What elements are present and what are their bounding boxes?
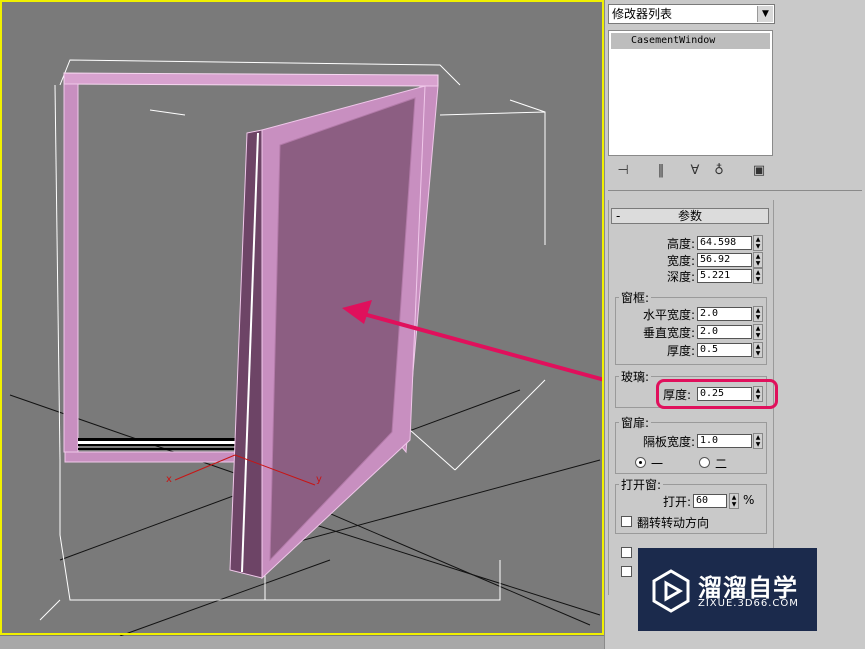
highlight-glass-thickness <box>656 379 778 409</box>
extra-checkbox-1[interactable] <box>621 547 632 558</box>
width-label: 宽度: <box>666 254 695 268</box>
play-logo-icon <box>652 569 690 613</box>
frame-thickness-field[interactable]: 0.5 <box>697 343 752 357</box>
panel-width-label: 隔板宽度: <box>642 435 695 449</box>
open-window-group-label: 打开窗: <box>619 476 664 493</box>
parameters-rollout-title[interactable]: - 参数 <box>611 208 769 224</box>
axis-y-label: y <box>316 474 322 485</box>
viewport-scene: x y <box>0 0 604 636</box>
width-spinner[interactable]: ▲ ▼ <box>753 252 763 268</box>
depth-field[interactable]: 5.221 <box>697 269 752 283</box>
flip-direction-label: 翻转转动方向 <box>637 516 710 530</box>
divider <box>608 190 862 191</box>
flip-direction-checkbox[interactable] <box>621 516 632 527</box>
axis-x-label: x <box>166 474 172 485</box>
width-field[interactable]: 56.92 <box>697 253 752 267</box>
stack-item-casementwindow[interactable]: CasementWindow <box>611 33 770 49</box>
vertical-width-label: 垂直宽度: <box>642 326 695 340</box>
depth-label: 深度: <box>666 270 695 284</box>
extra-checkbox-2[interactable] <box>621 566 632 577</box>
height-spinner[interactable]: ▲ ▼ <box>753 235 763 251</box>
vertical-width-field[interactable]: 2.0 <box>697 325 752 339</box>
open-unit: % <box>743 493 755 507</box>
radio-one[interactable] <box>635 457 646 468</box>
height-field[interactable]: 64.598 <box>697 236 752 250</box>
horizontal-width-spinner[interactable]: ▲ ▼ <box>753 306 763 322</box>
casement-group-label: 窗扉: <box>619 414 652 431</box>
remove-modifier-icon[interactable]: ♁ <box>711 162 727 180</box>
frame-thickness-spinner[interactable]: ▲ ▼ <box>753 342 763 358</box>
viewport-bottom-strip <box>0 636 604 649</box>
open-label: 打开: <box>662 495 691 509</box>
height-label: 高度: <box>666 237 695 251</box>
casement-sash[interactable] <box>229 85 426 580</box>
configure-sets-icon[interactable]: ▣ <box>751 162 767 180</box>
horizontal-width-field[interactable]: 2.0 <box>697 307 752 321</box>
radio-two[interactable] <box>699 457 710 468</box>
frame-thickness-label: 厚度: <box>666 344 695 358</box>
radio-two-label: 二 <box>715 457 728 471</box>
modifier-list-label: 修改器列表 <box>612 7 673 21</box>
horizontal-width-label: 水平宽度: <box>642 308 695 322</box>
open-field[interactable]: 60 <box>693 494 727 508</box>
collapse-icon[interactable]: - <box>616 209 620 223</box>
modifier-stack[interactable]: CasementWindow <box>608 30 773 156</box>
watermark-url: ZIXUE.3D66.COM <box>698 598 799 609</box>
glass-group-label: 玻璃: <box>619 368 652 385</box>
vertical-width-spinner[interactable]: ▲ ▼ <box>753 324 763 340</box>
radio-one-label: 一 <box>651 457 664 471</box>
stack-toolbar: ⊣ ‖ ∀ ♁ ▣ <box>611 162 771 182</box>
perspective-viewport[interactable]: x y <box>0 0 604 636</box>
chevron-down-icon[interactable]: ▼ <box>757 6 773 22</box>
watermark-logo: 溜溜自学 ZIXUE.3D66.COM <box>638 548 817 631</box>
panel-width-spinner[interactable]: ▲ ▼ <box>753 433 763 449</box>
panel-width-field[interactable]: 1.0 <box>697 434 752 448</box>
rollout-title-label: 参数 <box>677 209 702 223</box>
open-spinner[interactable]: ▲ ▼ <box>729 493 739 509</box>
pin-stack-icon[interactable]: ⊣ <box>615 162 631 180</box>
frame-group-label: 窗框: <box>619 289 652 306</box>
show-end-result-icon[interactable]: ‖ <box>653 162 669 180</box>
modifier-list-dropdown[interactable]: 修改器列表 ▼ <box>608 4 775 24</box>
depth-spinner[interactable]: ▲ ▼ <box>753 268 763 284</box>
make-unique-icon[interactable]: ∀ <box>687 162 703 180</box>
